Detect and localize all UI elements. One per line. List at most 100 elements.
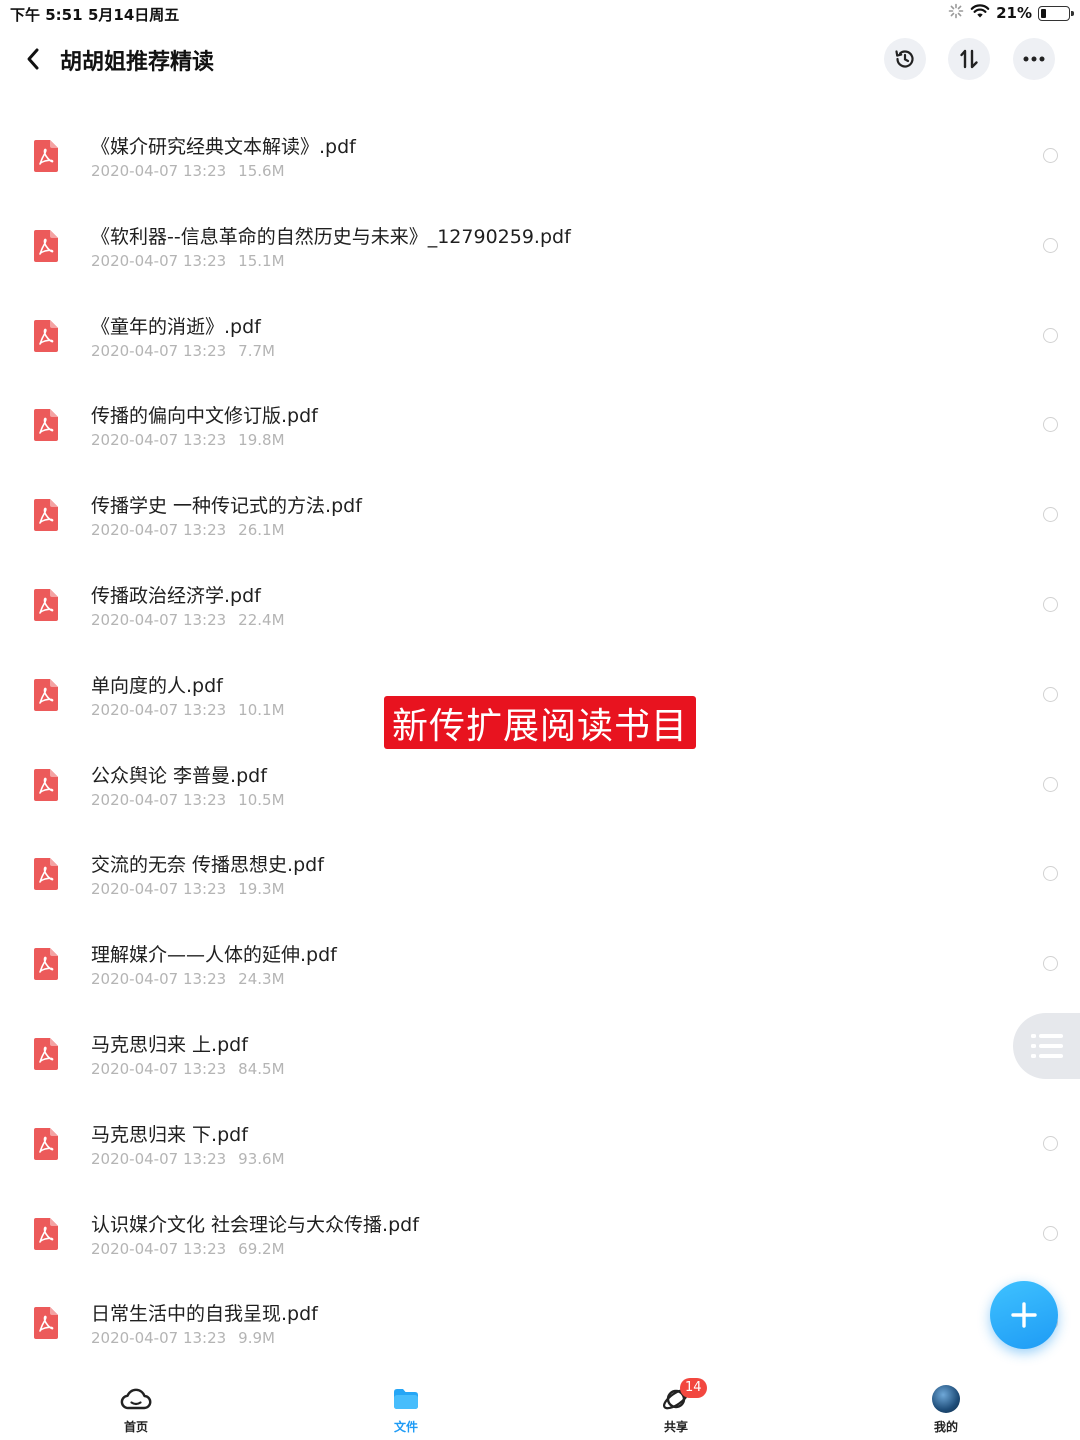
bottom-nav: 首页 文件 14 共享 我的 <box>0 1372 1080 1440</box>
file-row[interactable]: 《童年的消逝》.pdf 2020-04-07 13:23 7.7M <box>0 290 1080 380</box>
file-meta: 2020-04-07 13:23 15.6M <box>91 162 285 180</box>
status-bar: 下午 5:51 5月14日周五 21% <box>0 0 1080 26</box>
file-name: 《媒介研究经典文本解读》.pdf <box>91 136 356 158</box>
file-meta: 2020-04-07 13:23 9.9M <box>91 1329 275 1347</box>
file-date: 2020-04-07 13:23 <box>91 1329 227 1348</box>
file-row[interactable]: 《媒介研究经典文本解读》.pdf 2020-04-07 13:23 15.6M <box>0 110 1080 200</box>
sort-icon <box>960 49 978 69</box>
file-row[interactable]: 传播学史 一种传记式的方法.pdf 2020-04-07 13:23 26.1M <box>0 469 1080 559</box>
file-size: 93.6M <box>238 1149 285 1168</box>
nav-share[interactable]: 14 共享 <box>636 1378 716 1435</box>
file-size: 19.8M <box>238 431 285 450</box>
file-row[interactable]: 理解媒介——人体的延伸.pdf 2020-04-07 13:23 24.3M <box>0 918 1080 1008</box>
app: 下午 5:51 5月14日周五 21% 胡胡姐推荐精读 《媒介研究经典文本解读》… <box>0 0 1080 1440</box>
pdf-file-icon <box>34 319 58 352</box>
file-meta: 2020-04-07 13:23 19.8M <box>91 431 285 449</box>
pdf-file-icon <box>34 768 58 801</box>
plus-icon <box>1011 1302 1037 1328</box>
file-name: 日常生活中的自我呈现.pdf <box>91 1303 318 1326</box>
file-meta: 2020-04-07 13:23 7.7M <box>91 342 275 360</box>
share-badge: 14 <box>680 1378 707 1398</box>
select-circle[interactable] <box>1043 417 1058 433</box>
add-button[interactable] <box>990 1281 1058 1349</box>
file-name: 理解媒介——人体的延伸.pdf <box>91 944 337 967</box>
nav-home-label: 首页 <box>123 1420 148 1434</box>
file-size: 19.3M <box>238 880 285 899</box>
file-size: 10.5M <box>238 790 285 809</box>
file-name: 传播的偏向中文修订版.pdf <box>91 405 318 428</box>
file-name: 马克思归来 上.pdf <box>91 1033 248 1056</box>
list-icon <box>1031 1034 1063 1058</box>
select-circle[interactable] <box>1043 148 1058 163</box>
back-button[interactable] <box>18 44 48 74</box>
file-row[interactable]: 传播的偏向中文修订版.pdf 2020-04-07 13:23 19.8M <box>0 379 1080 469</box>
file-meta: 2020-04-07 13:23 69.2M <box>91 1240 285 1258</box>
pdf-file-icon <box>34 1037 58 1070</box>
pdf-file-icon <box>34 1307 58 1340</box>
file-date: 2020-04-07 13:23 <box>91 700 227 719</box>
select-circle[interactable] <box>1043 776 1058 792</box>
history-button[interactable] <box>884 38 926 80</box>
select-circle[interactable] <box>1043 596 1058 612</box>
file-name: 认识媒介文化 社会理论与大众传播.pdf <box>91 1213 419 1236</box>
chevron-left-icon <box>27 48 39 70</box>
battery-percent: 21% <box>996 4 1032 22</box>
status-right: 21% <box>948 3 1074 23</box>
page-title: 胡胡姐推荐精读 <box>60 50 215 75</box>
file-size: 15.1M <box>238 251 285 270</box>
select-circle[interactable] <box>1043 237 1058 253</box>
wifi-icon <box>970 3 990 23</box>
file-name: 公众舆论 李普曼.pdf <box>91 764 267 787</box>
file-row[interactable]: 认识媒介文化 社会理论与大众传播.pdf 2020-04-07 13:23 69.2… <box>0 1188 1080 1278</box>
pdf-file-icon <box>34 499 58 532</box>
file-name: 单向度的人.pdf <box>91 674 223 697</box>
overlay-banner: 新传扩展阅读书目 <box>384 696 696 749</box>
pdf-file-icon <box>34 678 58 711</box>
file-date: 2020-04-07 13:23 <box>91 162 227 180</box>
nav-me[interactable]: 我的 <box>906 1382 986 1435</box>
file-row[interactable]: 传播政治经济学.pdf 2020-04-07 13:23 22.4M <box>0 559 1080 649</box>
folder-icon <box>366 1382 446 1416</box>
battery-icon <box>1038 5 1074 21</box>
file-size: 10.1M <box>238 700 285 719</box>
file-name: 传播政治经济学.pdf <box>91 584 261 607</box>
select-circle[interactable] <box>1043 956 1058 972</box>
file-meta: 2020-04-07 13:23 26.1M <box>91 521 285 539</box>
file-meta: 2020-04-07 13:23 15.1M <box>91 252 285 270</box>
pdf-file-icon <box>34 588 58 621</box>
select-circle[interactable] <box>1043 866 1058 882</box>
file-date: 2020-04-07 13:23 <box>91 1059 227 1078</box>
file-row[interactable]: 《软利器--信息革命的自然历史与未来》_12790259.pdf 2020-04-… <box>0 200 1080 290</box>
nav-files[interactable]: 文件 <box>366 1382 446 1435</box>
file-size: 15.6M <box>238 162 285 180</box>
pdf-file-icon <box>34 858 58 891</box>
file-size: 26.1M <box>238 521 285 540</box>
select-circle[interactable] <box>1043 1135 1058 1151</box>
file-row[interactable]: 公众舆论 李普曼.pdf 2020-04-07 13:23 10.5M <box>0 739 1080 829</box>
file-row[interactable]: 马克思归来 上.pdf 2020-04-07 13:23 84.5M <box>0 1008 1080 1098</box>
pdf-file-icon <box>34 409 58 442</box>
file-size: 9.9M <box>238 1329 275 1348</box>
avatar-wrap <box>906 1382 986 1416</box>
avatar <box>932 1385 960 1413</box>
file-name: 传播学史 一种传记式的方法.pdf <box>91 495 362 518</box>
header: 胡胡姐推荐精读 <box>0 26 1080 92</box>
sort-button[interactable] <box>948 38 990 80</box>
pdf-file-icon <box>34 140 58 172</box>
more-button[interactable] <box>1013 38 1055 80</box>
file-row[interactable]: 交流的无奈 传播思想史.pdf 2020-04-07 13:23 19.3M <box>0 828 1080 918</box>
list-view-tab[interactable] <box>1013 1013 1080 1079</box>
select-circle[interactable] <box>1043 1225 1058 1241</box>
select-circle[interactable] <box>1043 327 1058 343</box>
nav-home[interactable]: 首页 <box>96 1382 176 1435</box>
select-circle[interactable] <box>1043 686 1058 702</box>
pdf-file-icon <box>34 229 58 262</box>
file-name: 《软利器--信息革命的自然历史与未来》_12790259.pdf <box>91 225 571 248</box>
battery-fill <box>1041 8 1046 18</box>
select-circle[interactable] <box>1043 507 1058 523</box>
nav-share-label: 共享 <box>663 1420 688 1434</box>
file-name: 交流的无奈 传播思想史.pdf <box>91 854 324 877</box>
loading-icon <box>948 3 964 23</box>
file-row[interactable]: 日常生活中的自我呈现.pdf 2020-04-07 13:23 9.9M <box>0 1277 1080 1367</box>
file-row[interactable]: 马克思归来 下.pdf 2020-04-07 13:23 93.6M <box>0 1098 1080 1188</box>
